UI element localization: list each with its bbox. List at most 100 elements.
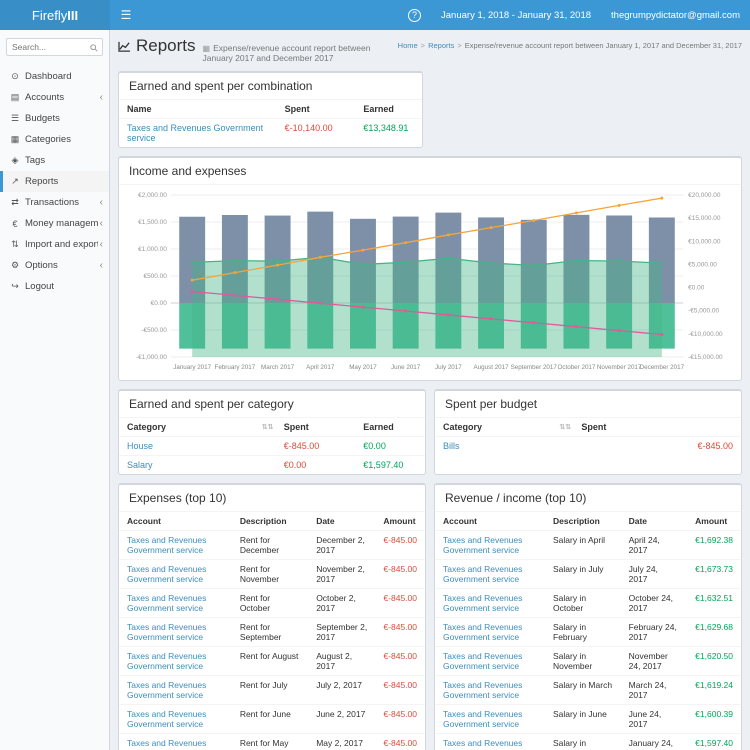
sidebar-toggle-icon[interactable]: ☰ [110, 0, 142, 30]
account-link[interactable]: Taxes and Revenues Government service [127, 564, 206, 584]
budget-box: Spent per budget Category ⇅⇅ Spent Bills [434, 389, 742, 475]
breadcrumb-item[interactable]: Reports [418, 41, 455, 50]
sidebar-item[interactable]: ⊙ Dashboard [0, 66, 109, 87]
sidebar-search [6, 38, 103, 56]
amount: €-845.00 [383, 564, 417, 574]
sidebar-item-label: Import and export [25, 239, 98, 250]
user-menu[interactable]: thegrumpydictator@gmail.com [601, 0, 750, 30]
table-row: House €-845.00 €0.00 [119, 436, 425, 456]
amount: €-845.00 [383, 651, 417, 661]
description-cell: Salary in January [545, 733, 621, 750]
sidebar-item[interactable]: ◈ Tags [0, 150, 109, 171]
svg-text:€1,000.00: €1,000.00 [138, 246, 167, 253]
date-cell: September 2, 2017 [308, 617, 376, 647]
date-range[interactable]: January 1, 2018 - January 31, 2018 [431, 0, 601, 30]
account-link[interactable]: Taxes and Revenues Government service [443, 622, 522, 642]
svg-text:€1,500.00: €1,500.00 [138, 219, 167, 226]
amount: €-845.00 [383, 680, 417, 690]
table-row: Taxes and Revenues Government service Re… [119, 588, 425, 618]
account-link[interactable]: Taxes and Revenues Government service [443, 564, 522, 584]
account-link[interactable]: Taxes and Revenues Government service [127, 535, 206, 555]
brand-text: Firefly [31, 7, 68, 23]
search-input[interactable] [6, 38, 85, 56]
account-link[interactable]: Taxes and Revenues Government service [127, 680, 206, 700]
sidebar-item[interactable]: ▦ Categories [0, 129, 109, 150]
account-link[interactable]: Taxes and Revenues Government service [443, 709, 522, 729]
svg-text:April 2017: April 2017 [306, 364, 335, 371]
amount: €1,629.68 [695, 622, 733, 632]
search-button[interactable] [85, 38, 103, 56]
column-header: Amount [383, 516, 416, 526]
sidebar-item-icon: ↗ [11, 176, 19, 186]
description-cell: Salary in February [545, 617, 621, 647]
category-box-title: Earned and spent per category [129, 397, 294, 411]
category-box: Earned and spent per category Category ⇅… [118, 389, 426, 475]
breadcrumb-item[interactable]: Expense/revenue account report between J… [454, 41, 742, 50]
account-link[interactable]: Taxes and Revenues Government service [127, 709, 206, 729]
svg-text:-€500.00: -€500.00 [141, 327, 167, 334]
svg-text:July 2017: July 2017 [435, 364, 462, 371]
date-cell: August 2, 2017 [308, 646, 376, 676]
sort-icon[interactable]: ⇅⇅ [557, 418, 573, 437]
category-link[interactable]: House [127, 441, 153, 451]
account-link[interactable]: Taxes and Revenues Government service [443, 738, 522, 750]
date-cell: January 24, 2017 [620, 733, 688, 750]
column-header: Amount [695, 516, 728, 526]
sidebar-item[interactable]: ↪ Logout [0, 276, 109, 297]
earned-amount: €1,597.40 [363, 460, 404, 470]
description-cell: Rent for July [231, 675, 309, 705]
column-header: Description [239, 516, 287, 526]
sidebar-item-label: Dashboard [25, 71, 72, 82]
account-link[interactable]: Taxes and Revenues Government service [127, 738, 206, 750]
account-link[interactable]: Taxes and Revenues Government service [443, 651, 522, 671]
sidebar-item-icon: ◈ [11, 155, 19, 165]
sort-icon[interactable]: ⇅⇅ [260, 418, 276, 437]
sidebar-item-label: Transactions [25, 197, 80, 208]
sidebar-item[interactable]: ▤ Accounts ‹ [0, 87, 109, 108]
budget-link[interactable]: Bills [443, 441, 460, 451]
amount: €-845.00 [383, 738, 417, 748]
sidebar-item[interactable]: ↗ Reports [0, 171, 109, 192]
column-header: Description [553, 516, 600, 526]
table-row: Taxes and Revenues Government service €-… [119, 118, 422, 147]
income-expenses-chart: €2,000.00 €1,500.00 €1,000.00 €500.00 €0.00 -… [136, 192, 723, 371]
revenue-box-title: Revenue / income (top 10) [445, 491, 587, 505]
sidebar-item[interactable]: ⇄ Transactions ‹ [0, 192, 109, 213]
spent-amount: €0.00 [283, 460, 307, 470]
main-content: Reports ▦ Expense/revenue account report … [110, 30, 750, 750]
account-link[interactable]: Taxes and Revenues Government service [127, 622, 206, 642]
account-link[interactable]: Taxes and Revenues Government service [127, 123, 263, 143]
help-button[interactable]: ? [398, 0, 431, 30]
table-row: Taxes and Revenues Government service Re… [119, 733, 425, 750]
table-row: Taxes and Revenues Government service Sa… [435, 617, 741, 647]
date-cell: December 2, 2017 [308, 530, 376, 560]
sidebar-item[interactable]: ⚙ Options ‹ [0, 255, 109, 276]
date-cell: July 2, 2017 [308, 675, 376, 705]
sidebar-item[interactable]: ☰ Budgets [0, 108, 109, 129]
column-header: Category [127, 422, 167, 432]
date-cell: November 2, 2017 [308, 559, 376, 589]
breadcrumb-item[interactable]: Home [398, 41, 418, 50]
amount: €-845.00 [383, 709, 417, 719]
description-cell: Rent for December [231, 530, 309, 560]
sidebar-item[interactable]: € Money management ‹ [0, 213, 109, 234]
amount: €1,600.39 [695, 709, 733, 719]
brand[interactable]: Firefly III [0, 0, 110, 30]
description-cell: Salary in October [545, 588, 621, 618]
account-link[interactable]: Taxes and Revenues Government service [443, 535, 522, 555]
description-cell: Salary in June [545, 704, 621, 734]
sidebar-item[interactable]: ⇅ Import and export ‹ [0, 234, 109, 255]
sidebar-item-icon: ⊙ [11, 71, 19, 81]
svg-text:€500.00: €500.00 [143, 273, 167, 280]
description-cell: Rent for September [231, 617, 309, 647]
column-header: Spent [284, 104, 310, 114]
date-cell: June 2, 2017 [308, 704, 376, 734]
account-link[interactable]: Taxes and Revenues Government service [127, 651, 206, 671]
category-link[interactable]: Salary [127, 460, 153, 470]
account-link[interactable]: Taxes and Revenues Government service [127, 593, 206, 613]
account-link[interactable]: Taxes and Revenues Government service [443, 680, 522, 700]
account-link[interactable]: Taxes and Revenues Government service [443, 593, 522, 613]
chevron-left-icon: ‹ [99, 196, 103, 208]
earned-amount: €0.00 [363, 441, 386, 451]
description-cell: Rent for August [231, 646, 309, 676]
